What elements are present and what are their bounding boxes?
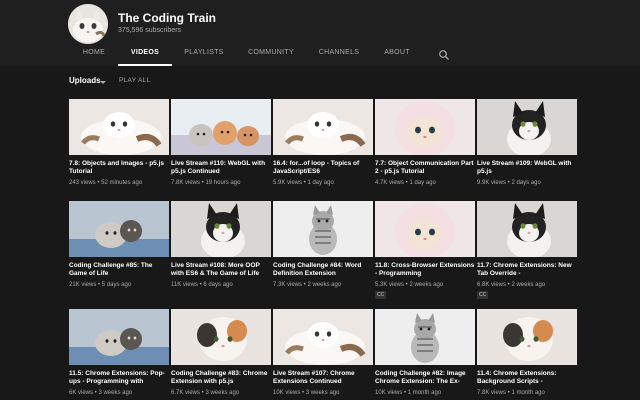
video-title[interactable]: 7.7: Object Communication Part 2 - p5.js… (375, 160, 475, 177)
video-title[interactable]: Live Stream #107: Chrome Extensions Cont… (273, 370, 373, 387)
upload-age: 3 weeks ago (305, 390, 340, 396)
video-meta: 7.3K views • 2 weeks ago (273, 282, 377, 288)
upload-age: 1 month ago (407, 390, 442, 396)
video-title[interactable]: Coding Challenge #83: Chrome Extension w… (171, 370, 271, 387)
video-meta: 243 views • 52 minutes ago (69, 180, 173, 186)
video-thumbnail[interactable] (273, 201, 373, 257)
view-count: 5.9K views (273, 180, 303, 186)
video-meta: 10K views • 3 weeks ago (273, 390, 377, 396)
tab-channels[interactable]: CHANNELS (318, 44, 360, 66)
channel-avatar[interactable] (68, 4, 108, 44)
uploads-dropdown[interactable]: Uploads (69, 76, 101, 85)
video-title[interactable]: Coding Challenge #82: Image Chrome Exten… (375, 370, 475, 387)
upload-age: 6 days ago (203, 282, 233, 288)
video-meta: 10K views • 1 month ago (375, 390, 479, 396)
cc-badge: CC (477, 291, 489, 299)
video-thumbnail[interactable] (69, 201, 169, 257)
upload-age: 19 hours ago (205, 180, 241, 186)
video-meta: 7.8K views • 1 month ago (477, 390, 581, 396)
video-thumbnail[interactable] (171, 309, 271, 365)
video-meta: 4.7K views • 1 day ago (375, 180, 479, 186)
view-count: 11K views (171, 282, 198, 288)
video-thumbnail[interactable] (69, 99, 169, 155)
video-thumbnail[interactable] (477, 99, 577, 155)
video-title[interactable]: 16.4: for...of loop - Topics of JavaScri… (273, 160, 373, 177)
upload-age: 1 day ago (307, 180, 334, 186)
tab-home[interactable]: HOME (82, 44, 106, 66)
video-thumbnail[interactable] (273, 309, 373, 365)
subscriber-count: 375,596 subscribers (118, 27, 182, 34)
video-thumbnail[interactable] (69, 309, 169, 365)
video-thumbnail[interactable] (375, 99, 475, 155)
channel-header: The Coding Train 375,596 subscribers HOM… (0, 0, 640, 66)
video-title[interactable]: 11.4: Chrome Extensions: Background Scri… (477, 370, 577, 387)
upload-age: 2 days ago (511, 180, 541, 186)
upload-age: 2 weeks ago (511, 282, 546, 288)
upload-age: 3 weeks ago (205, 390, 240, 396)
video-title[interactable]: Live Stream #108: More OOP with ES6 & Th… (171, 262, 271, 279)
video-title[interactable]: Coding Challenge #85: The Game of Life (69, 262, 169, 279)
view-count: 7.8K views (477, 390, 507, 396)
view-count: 9.9K views (477, 180, 507, 186)
view-count: 21K views (69, 282, 97, 288)
video-title[interactable]: Live Stream #109: WebGL with p5.js (477, 160, 577, 177)
video-title[interactable]: Live Stream #110: WebGL with p5.js Conti… (171, 160, 271, 177)
view-count: 5.3K views (375, 282, 405, 288)
video-meta: 6.8K views • 2 weeks ago (477, 282, 581, 288)
upload-age: 1 month ago (511, 390, 545, 396)
video-title[interactable]: 7.8: Objects and Images - p5.js Tutorial (69, 160, 169, 177)
video-meta: 7.8K views • 19 hours ago (171, 180, 275, 186)
video-meta: 21K views • 5 days ago (69, 282, 173, 288)
video-meta: 6K views • 3 weeks ago (69, 390, 173, 396)
video-meta: 11K views • 6 days ago (171, 282, 275, 288)
video-thumbnail[interactable] (477, 201, 577, 257)
view-count: 10K views (375, 390, 403, 396)
tab-playlists[interactable]: PLAYLISTS (184, 44, 224, 66)
video-title[interactable]: 11.8: Cross-Browser Extensions - Program… (375, 262, 475, 279)
upload-age: 3 weeks ago (98, 390, 133, 396)
upload-age: 5 days ago (101, 282, 132, 288)
view-count: 7.3K views (273, 282, 303, 288)
view-count: 6K views (69, 390, 94, 396)
video-thumbnail[interactable] (375, 309, 475, 365)
view-count: 6.8K views (477, 282, 507, 288)
view-count: 243 views (69, 180, 96, 186)
video-thumbnail[interactable] (171, 201, 271, 257)
video-meta: 6.7K views • 3 weeks ago (171, 390, 275, 396)
view-count: 6.7K views (171, 390, 201, 396)
video-meta: 5.9K views • 1 day ago (273, 180, 377, 186)
video-title[interactable]: 11.5: Chrome Extensions: Pop-ups - Progr… (69, 370, 169, 387)
channel-name[interactable]: The Coding Train (118, 11, 216, 25)
video-thumbnail[interactable] (375, 201, 475, 257)
caret-down-icon[interactable] (100, 81, 106, 84)
upload-age: 2 weeks ago (307, 282, 342, 288)
upload-age: 2 weeks ago (409, 282, 444, 288)
upload-age: 52 minutes ago (101, 180, 143, 186)
video-thumbnail[interactable] (477, 309, 577, 365)
search-icon[interactable] (438, 48, 450, 60)
video-meta: 5.3K views • 2 weeks ago (375, 282, 479, 288)
channel-tabs: HOME VIDEOS PLAYLISTS COMMUNITY CHANNELS… (0, 44, 640, 66)
tab-community[interactable]: COMMUNITY (248, 44, 294, 66)
tab-about[interactable]: ABOUT (384, 44, 410, 66)
video-title[interactable]: 11.7: Chrome Extensions: New Tab Overrid… (477, 262, 577, 279)
view-count: 7.8K views (171, 180, 201, 186)
play-all-button[interactable]: PLAY ALL (119, 77, 150, 84)
cc-badge: CC (375, 291, 387, 299)
video-meta: 9.9K views • 2 days ago (477, 180, 581, 186)
tab-videos[interactable]: VIDEOS (118, 44, 172, 66)
view-count: 4.7K views (375, 180, 405, 186)
video-thumbnail[interactable] (273, 99, 373, 155)
video-title[interactable]: Coding Challenge #84: Word Definition Ex… (273, 262, 373, 279)
upload-age: 1 day ago (409, 180, 436, 186)
view-count: 10K views (273, 390, 301, 396)
video-thumbnail[interactable] (171, 99, 271, 155)
